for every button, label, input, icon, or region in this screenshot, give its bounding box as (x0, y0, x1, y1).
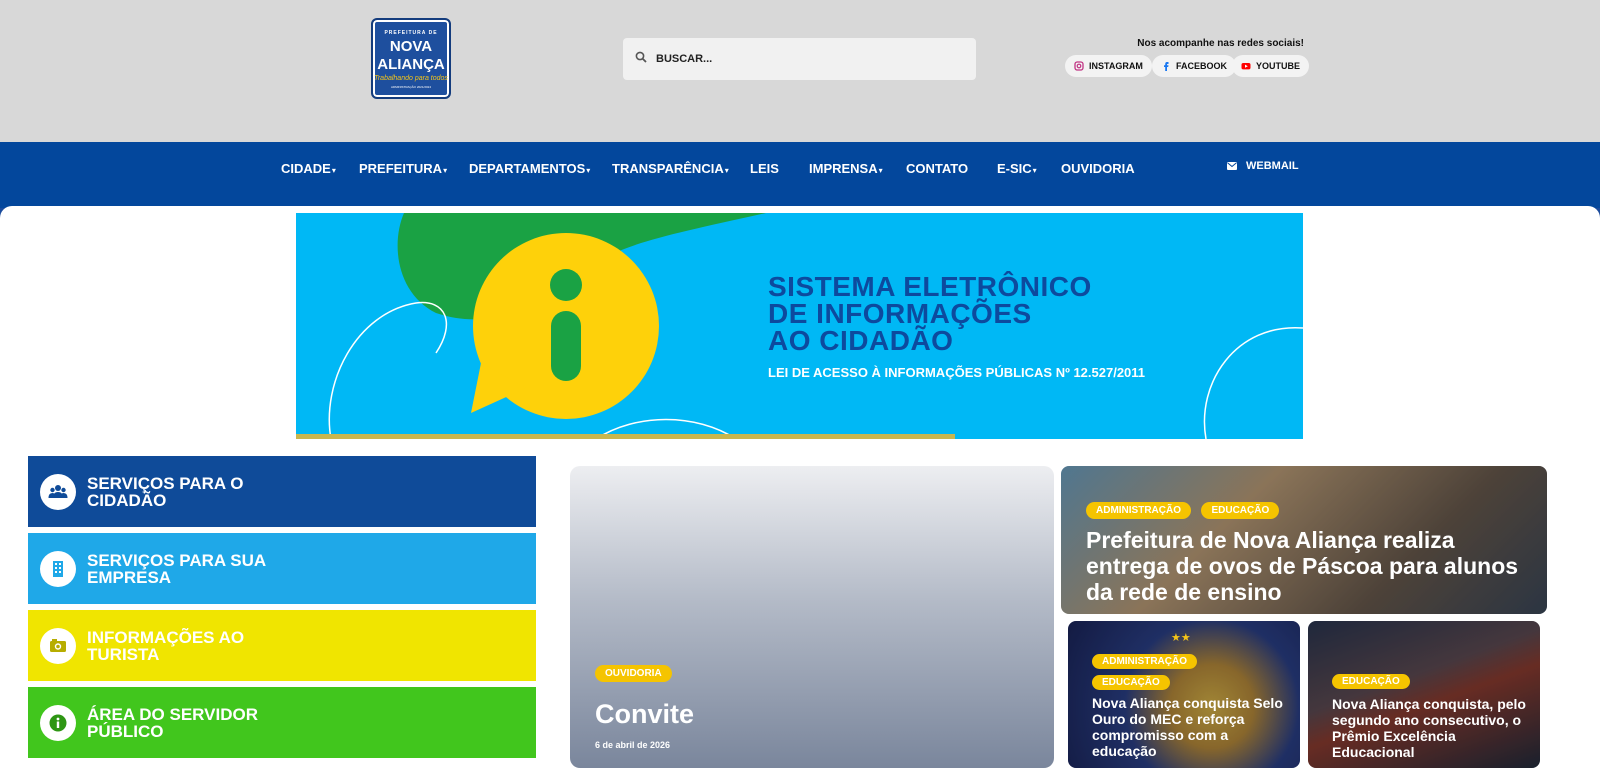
news-featured-card[interactable]: OUVIDORIA Convite 6 de abril de 2026 (570, 466, 1054, 768)
category-tag[interactable]: EDUCAÇÃO (1092, 675, 1170, 690)
services-citizen-button[interactable]: SERVIÇOS PARA O CIDADÃO (28, 456, 536, 527)
category-tag[interactable]: ADMINISTRAÇÃO (1086, 502, 1191, 519)
search-icon[interactable] (635, 50, 647, 68)
main-nav: CIDADE▾ PREFEITURA▾ DEPARTAMENTOS▾ TRANS… (0, 142, 1600, 208)
service-label: INFORMAÇÕES AO TURISTA (87, 627, 245, 664)
services-business-button[interactable]: SERVIÇOS PARA SUA EMPRESA (28, 533, 536, 604)
chevron-down-icon: ▾ (331, 166, 336, 175)
search-input[interactable] (656, 53, 956, 65)
nav-transparencia[interactable]: TRANSPARÊNCIA▾ (612, 161, 729, 176)
nav-label: IMPRENSA (809, 161, 878, 176)
news-title[interactable]: Convite (595, 699, 694, 730)
news-title[interactable]: Prefeitura de Nova Aliança realiza entre… (1086, 527, 1526, 605)
logo-line3: ALIANÇA (377, 56, 445, 73)
logo-tagline: Trabalhando para todos (374, 75, 448, 82)
service-label: SERVIÇOS PARA SUA EMPRESA (87, 550, 266, 587)
nav-label: E-SIC (997, 161, 1032, 176)
logo-line1: PREFEITURA DE (384, 30, 438, 36)
people-icon (40, 473, 76, 510)
envelope-icon (1227, 162, 1237, 170)
news-tags: ADMINISTRAÇÃO EDUCAÇÃO (1092, 651, 1202, 693)
facebook-label: FACEBOOK (1176, 61, 1228, 71)
category-tag[interactable]: OUVIDORIA (595, 665, 672, 682)
news-card-selo-ouro[interactable]: ★★ ADMINISTRAÇÃO EDUCAÇÃO Nova Aliança c… (1068, 621, 1300, 768)
service-label: SERVIÇOS PARA O CIDADÃO (87, 473, 244, 510)
facebook-icon (1164, 62, 1169, 71)
news-title[interactable]: Nova Aliança conquista, pelo segundo ano… (1332, 696, 1532, 760)
services-tourist-button[interactable]: INFORMAÇÕES AO TURISTA (28, 610, 536, 681)
news-title[interactable]: Nova Aliança conquista Selo Ouro do MEC … (1092, 695, 1292, 759)
stars-icon: ★★ (1171, 632, 1191, 644)
webmail-label: WEBMAIL (1246, 160, 1299, 172)
nav-label: PREFEITURA (359, 161, 443, 176)
nav-label: DEPARTAMENTOS (469, 161, 586, 176)
instagram-label: INSTAGRAM (1089, 61, 1143, 71)
webmail-link[interactable]: WEBMAIL (1227, 160, 1299, 172)
nav-label: OUVIDORIA (1061, 161, 1135, 176)
prefeitura-logo[interactable]: PREFEITURA DE NOVA ALIANÇA Trabalhando p… (371, 18, 451, 99)
category-tag[interactable]: EDUCAÇÃO (1332, 674, 1410, 689)
chevron-down-icon: ▾ (724, 166, 729, 175)
info-icon (40, 704, 76, 741)
nav-cidade[interactable]: CIDADE▾ (281, 161, 336, 176)
instagram-icon (1074, 61, 1084, 71)
nav-label: CONTATO (906, 161, 969, 176)
nav-label: CIDADE (281, 161, 331, 176)
services-servant-button[interactable]: ÁREA DO SERVIDOR PÚBLICO (28, 687, 536, 758)
nav-esic[interactable]: E-SIC▾ (997, 161, 1037, 176)
nav-leis[interactable]: LEIS (750, 161, 779, 176)
news-card-premio[interactable]: EDUCAÇÃO Nova Aliança conquista, pelo se… (1308, 621, 1540, 768)
nav-ouvidoria[interactable]: OUVIDORIA (1061, 161, 1135, 176)
service-label: ÁREA DO SERVIDOR PÚBLICO (87, 704, 258, 741)
banner-stripe (296, 434, 955, 439)
instagram-link[interactable]: INSTAGRAM (1065, 55, 1152, 77)
banner-title-line2: DE INFORMAÇÕES (768, 298, 1032, 329)
news-tags: EDUCAÇÃO (1332, 671, 1442, 692)
logo-line2: NOVA (389, 38, 433, 55)
chevron-down-icon: ▾ (443, 166, 448, 175)
nav-departamentos[interactable]: DEPARTAMENTOS▾ (469, 161, 590, 176)
news-card-easter[interactable]: ADMINISTRAÇÃO EDUCAÇÃO Prefeitura de Nov… (1061, 466, 1547, 614)
youtube-label: YOUTUBE (1256, 61, 1301, 71)
camera-icon (40, 627, 76, 664)
news-tags: ADMINISTRAÇÃO EDUCAÇÃO (1086, 500, 1285, 519)
chevron-down-icon: ▾ (1032, 166, 1037, 175)
nav-prefeitura[interactable]: PREFEITURA▾ (359, 161, 447, 176)
banner-law: LEI DE ACESSO À INFORMAÇÕES PÚBLICAS Nº … (768, 365, 1146, 380)
e-sic-banner[interactable]: SISTEMA ELETRÔNICO DE INFORMAÇÕES AO CID… (296, 213, 1303, 439)
banner-title: SISTEMA ELETRÔNICO DE INFORMAÇÕES AO CID… (768, 271, 1092, 356)
chevron-down-icon: ▾ (878, 166, 883, 175)
top-header: PREFEITURA DE NOVA ALIANÇA Trabalhando p… (0, 0, 1600, 142)
category-tag[interactable]: EDUCAÇÃO (1201, 502, 1280, 519)
nav-contato[interactable]: CONTATO (906, 161, 968, 176)
building-icon (40, 550, 76, 587)
nav-label: TRANSPARÊNCIA (612, 161, 724, 176)
banner-title-line3: AO CIDADÃO (768, 325, 954, 356)
social-title: Nos acompanhe nas redes sociais! (1137, 38, 1304, 49)
news-date: 6 de abril de 2026 (595, 740, 671, 750)
nav-imprensa[interactable]: IMPRENSA▾ (809, 161, 883, 176)
category-tag[interactable]: ADMINISTRAÇÃO (1092, 654, 1197, 669)
nav-label: LEIS (750, 161, 779, 176)
logo-small-text: ADMINISTRAÇÃO 2021/2024 (390, 85, 432, 89)
search-box (623, 38, 976, 80)
youtube-icon (1241, 63, 1251, 70)
facebook-link[interactable]: FACEBOOK (1152, 55, 1237, 77)
banner-title-line1: SISTEMA ELETRÔNICO (768, 271, 1092, 302)
chevron-down-icon: ▾ (586, 166, 591, 175)
youtube-link[interactable]: YOUTUBE (1232, 55, 1310, 77)
